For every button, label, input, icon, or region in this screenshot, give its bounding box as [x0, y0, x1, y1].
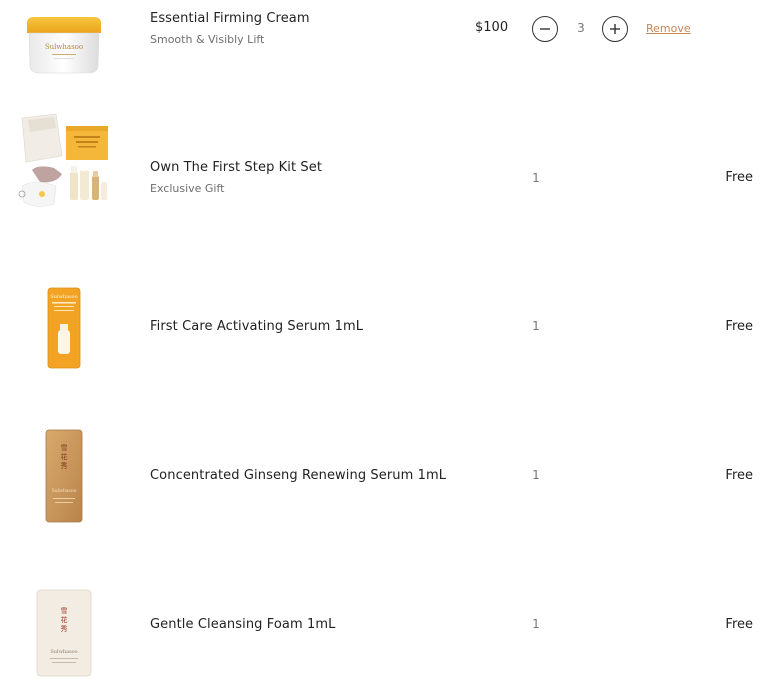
cart-item-ginseng-serum: 雪 花 秀 Sulwhasoo Concentrated Ginseng Ren… — [0, 411, 780, 541]
svg-text:Sulwhasoo: Sulwhasoo — [50, 649, 77, 655]
cream-sachet-icon: 雪 花 秀 Sulwhasoo — [36, 589, 92, 677]
plus-icon — [610, 24, 620, 34]
remove-item-link[interactable]: Remove — [646, 22, 691, 35]
orange-sachet-icon: Sulwhasoo — [47, 287, 81, 369]
svg-text:花: 花 — [61, 615, 68, 624]
product-name[interactable]: Gentle Cleansing Foam 1mL — [150, 617, 335, 632]
product-image-cleansing-foam[interactable]: 雪 花 秀 Sulwhasoo — [14, 583, 114, 683]
product-image-ginseng-serum[interactable]: 雪 花 秀 Sulwhasoo — [14, 426, 114, 526]
cart-item-firming-cream: Sulwhasoo Essential Firming Cream Smooth… — [0, 0, 780, 130]
minus-icon — [540, 28, 550, 30]
gift-kit-icon — [18, 113, 108, 207]
product-name[interactable]: Own The First Step Kit Set — [150, 160, 322, 175]
svg-text:花: 花 — [61, 452, 68, 461]
svg-text:Sulwhasoo: Sulwhasoo — [50, 294, 77, 300]
cart-item-cleansing-foam: 雪 花 秀 Sulwhasoo Gentle Cleansing Foam 1m… — [0, 560, 780, 690]
quantity-value: 1 — [532, 468, 540, 482]
product-price: Free — [725, 319, 753, 334]
quantity-value: 1 — [532, 319, 540, 333]
product-price: $100 — [475, 20, 509, 35]
quantity-value: 1 — [532, 617, 540, 631]
product-price: Free — [725, 170, 753, 185]
svg-text:Sulwhasoo: Sulwhasoo — [52, 488, 77, 494]
cream-jar-icon: Sulwhasoo — [27, 17, 101, 74]
svg-text:雪: 雪 — [61, 607, 68, 615]
product-price: Free — [725, 617, 753, 632]
product-subtitle: Exclusive Gift — [150, 182, 225, 195]
product-subtitle: Smooth & Visibly Lift — [150, 33, 265, 46]
decrease-quantity-button[interactable] — [532, 16, 558, 42]
product-name[interactable]: First Care Activating Serum 1mL — [150, 319, 363, 334]
product-image-first-care-serum[interactable]: Sulwhasoo — [14, 278, 114, 378]
product-image-first-step-kit[interactable] — [14, 112, 114, 212]
product-name[interactable]: Concentrated Ginseng Renewing Serum 1mL — [150, 468, 446, 483]
quantity-value: 1 — [532, 171, 540, 185]
increase-quantity-button[interactable] — [602, 16, 628, 42]
product-price: Free — [725, 468, 753, 483]
svg-text:秀: 秀 — [61, 461, 68, 470]
product-name[interactable]: Essential Firming Cream — [150, 11, 310, 26]
svg-text:秀: 秀 — [61, 624, 68, 633]
gold-sachet-icon: 雪 花 秀 Sulwhasoo — [45, 429, 83, 523]
cart-item-first-care-serum: Sulwhasoo First Care Activating Serum 1m… — [0, 262, 780, 392]
quantity-value: 3 — [577, 21, 585, 35]
product-image-firming-cream[interactable]: Sulwhasoo — [14, 0, 114, 92]
svg-text:雪: 雪 — [61, 444, 68, 452]
svg-text:Sulwhasoo: Sulwhasoo — [45, 43, 83, 51]
cart-item-first-step-kit: Own The First Step Kit Set Exclusive Gif… — [0, 113, 780, 250]
